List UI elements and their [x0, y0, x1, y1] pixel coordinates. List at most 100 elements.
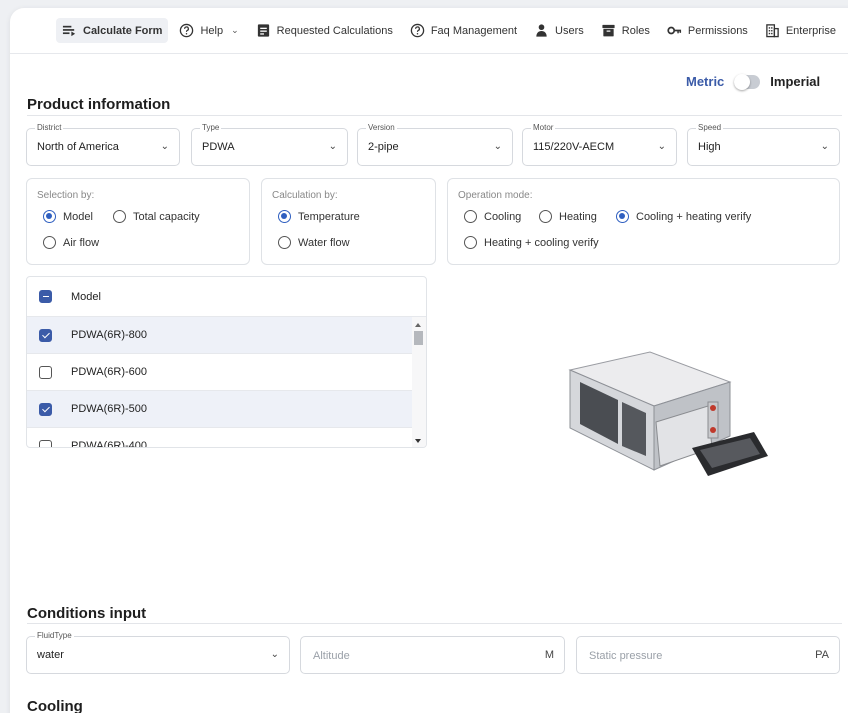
radio-total-capacity-label: Total capacity [133, 210, 200, 223]
calculate-icon [62, 25, 76, 37]
building-icon [766, 24, 779, 38]
top-navigation: Calculate Form Help ⌄ Requested Calculat… [10, 8, 848, 54]
radio-air-flow-label: Air flow [63, 236, 100, 249]
radio-model-label: Model [63, 210, 93, 223]
calculation-by-label: Calculation by: [272, 190, 338, 201]
nav-requested-calculations-label: Requested Calculations [276, 24, 393, 37]
toggle-knob [734, 73, 751, 90]
row-checkbox[interactable] [39, 328, 52, 342]
operation-mode-label: Operation mode: [458, 190, 533, 201]
radio-checked-icon [616, 210, 629, 223]
fluid-type-label: FluidType [35, 631, 74, 641]
nav-help-label: Help [200, 24, 224, 37]
nav-roles[interactable]: Roles [595, 18, 656, 43]
model-cell: PDWA(6R)-500 [71, 403, 147, 415]
radio-unchecked-icon [539, 210, 552, 223]
nav-calculate-form[interactable]: Calculate Form [56, 18, 169, 43]
divider [27, 115, 842, 116]
chevron-down-icon: ⌄ [231, 25, 239, 35]
chevron-down-icon: ⌄ [657, 141, 666, 152]
type-select[interactable]: Type PDWA ⌄ [191, 123, 348, 166]
radio-checked-icon [278, 210, 291, 223]
radio-cooling-heating-verify[interactable]: Cooling + heating verify [616, 210, 751, 223]
selection-by-label: Selection by: [37, 190, 95, 201]
radio-cooling-heating-verify-label: Cooling + heating verify [636, 210, 752, 223]
altitude-unit: M [544, 649, 554, 661]
motor-select[interactable]: Motor 115/220V-AECM ⌄ [522, 123, 677, 166]
table-row[interactable]: PDWA(6R)-800 [27, 317, 413, 354]
chevron-down-icon: ⌄ [493, 141, 502, 152]
nav-calculate-form-label: Calculate Form [83, 24, 163, 37]
nav-help[interactable]: Help ⌄ [173, 18, 244, 43]
table-row[interactable]: PDWA(6R)-400 [27, 428, 413, 448]
model-cell: PDWA(6R)-400 [71, 440, 147, 448]
fluid-type-select[interactable]: FluidType water ⌄ [26, 631, 290, 674]
nav-faq-management[interactable]: Faq Management [404, 18, 523, 43]
archive-icon [602, 24, 615, 37]
radio-cooling-label: Cooling [484, 210, 522, 223]
table-row[interactable]: PDWA(6R)-600 [27, 354, 413, 391]
radio-water-flow-label: Water flow [298, 236, 350, 249]
altitude-placeholder: Altitude [313, 650, 350, 662]
radio-heating[interactable]: Heating [539, 210, 597, 223]
operation-mode-group: Operation mode: Cooling Heating Cooling … [447, 178, 840, 265]
scroll-up-icon[interactable] [415, 323, 421, 327]
user-icon [536, 24, 547, 37]
metric-label: Metric [686, 74, 725, 89]
unit-toggle[interactable] [734, 73, 761, 90]
radio-total-capacity[interactable]: Total capacity [113, 210, 200, 223]
nav-enterprise[interactable]: Enterprise [759, 18, 842, 43]
radio-water-flow[interactable]: Water flow [278, 236, 350, 249]
radio-temperature[interactable]: Temperature [278, 210, 360, 223]
version-value: 2-pipe [368, 141, 399, 153]
district-select[interactable]: District North of America ⌄ [26, 123, 180, 166]
nav-users[interactable]: Users [528, 18, 590, 43]
unit-switch: Metric Imperial [686, 73, 820, 90]
motor-value: 115/220V-AECM [533, 141, 615, 153]
faq-icon [410, 23, 425, 38]
calculation-by-group: Calculation by: Temperature Water flow [261, 178, 436, 265]
row-checkbox[interactable] [39, 402, 52, 416]
radio-unchecked-icon [464, 210, 477, 223]
radio-model[interactable]: Model [43, 210, 93, 223]
document-icon [257, 24, 269, 37]
radio-cooling[interactable]: Cooling [464, 210, 521, 223]
radio-temperature-label: Temperature [298, 210, 360, 223]
nav-enterprise-label: Enterprise [785, 24, 836, 37]
table-scrollbar[interactable] [412, 317, 426, 447]
nav-users-label: Users [555, 24, 584, 37]
select-all-checkbox[interactable] [39, 290, 52, 303]
district-value: North of America [37, 141, 119, 153]
district-label: District [35, 123, 64, 133]
row-checkbox[interactable] [39, 365, 52, 379]
radio-checked-icon [43, 210, 56, 223]
nav-permissions[interactable]: Permissions [661, 18, 754, 43]
chevron-down-icon: ⌄ [328, 141, 337, 152]
chevron-down-icon: ⌄ [270, 649, 279, 660]
static-pressure-unit: PA [815, 649, 829, 661]
cooling-title: Cooling [27, 698, 83, 713]
radio-heating-cooling-verify-label: Heating + cooling verify [484, 236, 599, 249]
table-row[interactable]: PDWA(6R)-500 [27, 391, 413, 428]
version-select[interactable]: Version 2-pipe ⌄ [357, 123, 513, 166]
row-checkbox[interactable] [39, 439, 52, 447]
scroll-down-icon[interactable] [415, 439, 421, 443]
chevron-down-icon: ⌄ [820, 141, 829, 152]
radio-unchecked-icon [278, 236, 291, 249]
radio-unchecked-icon [464, 236, 477, 249]
static-pressure-input[interactable]: Static pressure PA [576, 636, 840, 674]
altitude-input[interactable]: Altitude M [300, 636, 565, 674]
selection-by-group: Selection by: Model Total capacity Air f… [26, 178, 250, 265]
speed-select[interactable]: Speed High ⌄ [687, 123, 840, 166]
model-table: Model PDWA(6R)-800 PDWA(6R)-600 PDWA(6R)… [26, 276, 427, 448]
scroll-thumb[interactable] [414, 331, 423, 345]
nav-permissions-label: Permissions [687, 24, 748, 37]
nav-requested-calculations[interactable]: Requested Calculations [250, 18, 399, 43]
divider [27, 623, 842, 624]
static-pressure-placeholder: Static pressure [589, 650, 663, 662]
conditions-input-title: Conditions input [27, 605, 147, 622]
radio-heating-label: Heating [559, 210, 597, 223]
radio-air-flow[interactable]: Air flow [43, 236, 99, 249]
radio-heating-cooling-verify[interactable]: Heating + cooling verify [464, 236, 599, 249]
chevron-down-icon: ⌄ [160, 141, 169, 152]
